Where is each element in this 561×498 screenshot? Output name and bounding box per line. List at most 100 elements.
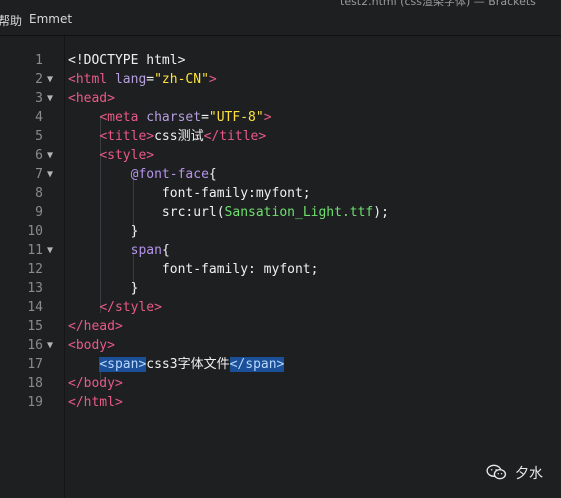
code-line[interactable]: <!DOCTYPE html> — [68, 51, 185, 70]
line-number: 5 — [35, 129, 43, 144]
line-number: 7 — [35, 167, 43, 182]
code-token: src — [161, 205, 186, 220]
code-token: <!DOCTYPE html> — [68, 53, 186, 68]
code-token: font-family — [161, 262, 249, 277]
code-line[interactable]: <head> — [68, 89, 115, 108]
code-token: </span> — [229, 357, 285, 372]
line-number: 11 — [27, 243, 43, 258]
line-number: 16 — [27, 338, 43, 353]
code-token: css测试 — [154, 129, 204, 144]
code-token: } — [130, 281, 139, 296]
code-token: <style> — [99, 148, 155, 163]
code-token: Sansation_Light.ttf — [224, 205, 374, 220]
fold-toggle-icon[interactable]: ▼ — [47, 245, 59, 256]
code-token: <span> — [99, 357, 147, 372]
line-number: 1 — [35, 53, 43, 68]
code-token: </head> — [68, 319, 123, 334]
fold-toggle-icon[interactable]: ▼ — [47, 150, 59, 161]
code-token: "UTF-8" — [208, 110, 264, 125]
code-token: > — [208, 72, 217, 87]
code-token: ); — [373, 205, 389, 220]
line-number: 8 — [35, 186, 43, 201]
line-number: 14 — [27, 300, 43, 315]
code-line[interactable]: font-family:myfont; — [68, 184, 311, 203]
line-number: 9 — [35, 205, 43, 220]
line-number: 15 — [27, 319, 43, 334]
fold-toggle-icon[interactable]: ▼ — [47, 74, 59, 85]
code-token: <title> — [99, 129, 155, 144]
code-line[interactable]: </head> — [68, 317, 123, 336]
line-number: 12 — [27, 262, 43, 277]
code-token: = — [146, 72, 155, 87]
code-line[interactable]: </style> — [68, 298, 162, 317]
wechat-watermark: 夕水 — [486, 462, 556, 484]
code-line[interactable]: span{ — [68, 241, 170, 260]
menu-emmet[interactable]: Emmet — [29, 12, 72, 26]
code-token: <meta — [99, 110, 147, 125]
code-line[interactable]: </body> — [68, 374, 123, 393]
code-token: { — [208, 167, 217, 182]
code-token: ( — [216, 205, 225, 220]
window-title: test2.html (css渲染字体) — Brackets — [340, 0, 536, 8]
line-number: 10 — [27, 224, 43, 239]
code-token: </title> — [203, 129, 267, 144]
fold-toggle-icon[interactable]: ▼ — [47, 169, 59, 180]
code-line[interactable]: src:url(Sansation_Light.ttf); — [68, 203, 389, 222]
code-token: css3字体文件 — [146, 357, 230, 372]
code-line[interactable]: <style> — [68, 146, 154, 165]
code-token: "zh-CN" — [154, 72, 209, 87]
code-line[interactable]: <body> — [68, 336, 115, 355]
code-token: lang — [114, 72, 147, 87]
line-number: 17 — [27, 357, 43, 372]
code-line[interactable]: <title>css测试</title> — [68, 127, 266, 146]
line-number: 13 — [27, 281, 43, 296]
code-line[interactable]: } — [68, 279, 139, 298]
code-token: charset — [146, 110, 202, 125]
code-line[interactable]: } — [68, 222, 139, 241]
code-token: span — [130, 243, 162, 258]
line-number: 19 — [27, 395, 43, 410]
code-token: <body> — [68, 338, 115, 353]
code-token: } — [130, 224, 139, 239]
code-token: <html — [68, 72, 115, 87]
code-line[interactable]: <html lang="zh-CN"> — [68, 70, 217, 89]
code-line[interactable]: </html> — [68, 393, 123, 412]
code-token: : myfont; — [248, 262, 319, 277]
menu-help[interactable]: 帮助 — [0, 12, 22, 29]
line-number: 4 — [35, 110, 43, 125]
code-editor[interactable]: <!DOCTYPE html> <html lang="zh-CN"> <head>… — [64, 36, 561, 498]
line-number: 18 — [27, 376, 43, 391]
code-token: </style> — [99, 300, 162, 315]
code-token: <head> — [68, 91, 115, 106]
line-number: 3 — [35, 91, 43, 106]
line-gutter: 1 2 ▼ 3 ▼ 4 5 6 ▼ 7 ▼ 8 9 10 11 ▼ 12 13 14 15 16 ▼ 17 18 19 — [0, 36, 64, 498]
code-token: { — [161, 243, 170, 258]
code-token: > — [263, 110, 272, 125]
fold-toggle-icon[interactable]: ▼ — [47, 93, 59, 104]
code-token: @font-face — [130, 167, 209, 182]
code-line[interactable]: @font-face{ — [68, 165, 217, 184]
code-line[interactable]: <meta charset="UTF-8"> — [68, 108, 272, 127]
code-line[interactable]: <span>css3字体文件</span> — [68, 355, 285, 374]
fold-toggle-icon[interactable]: ▼ — [47, 340, 59, 351]
code-token: </body> — [68, 376, 123, 391]
code-token: font-family — [161, 186, 249, 201]
code-line[interactable]: font-family: myfont; — [68, 260, 319, 279]
line-number: 2 — [35, 72, 43, 87]
code-token: url — [193, 205, 217, 220]
wechat-icon — [486, 464, 507, 480]
line-number: 6 — [35, 148, 43, 163]
code-token: </html> — [68, 395, 123, 410]
